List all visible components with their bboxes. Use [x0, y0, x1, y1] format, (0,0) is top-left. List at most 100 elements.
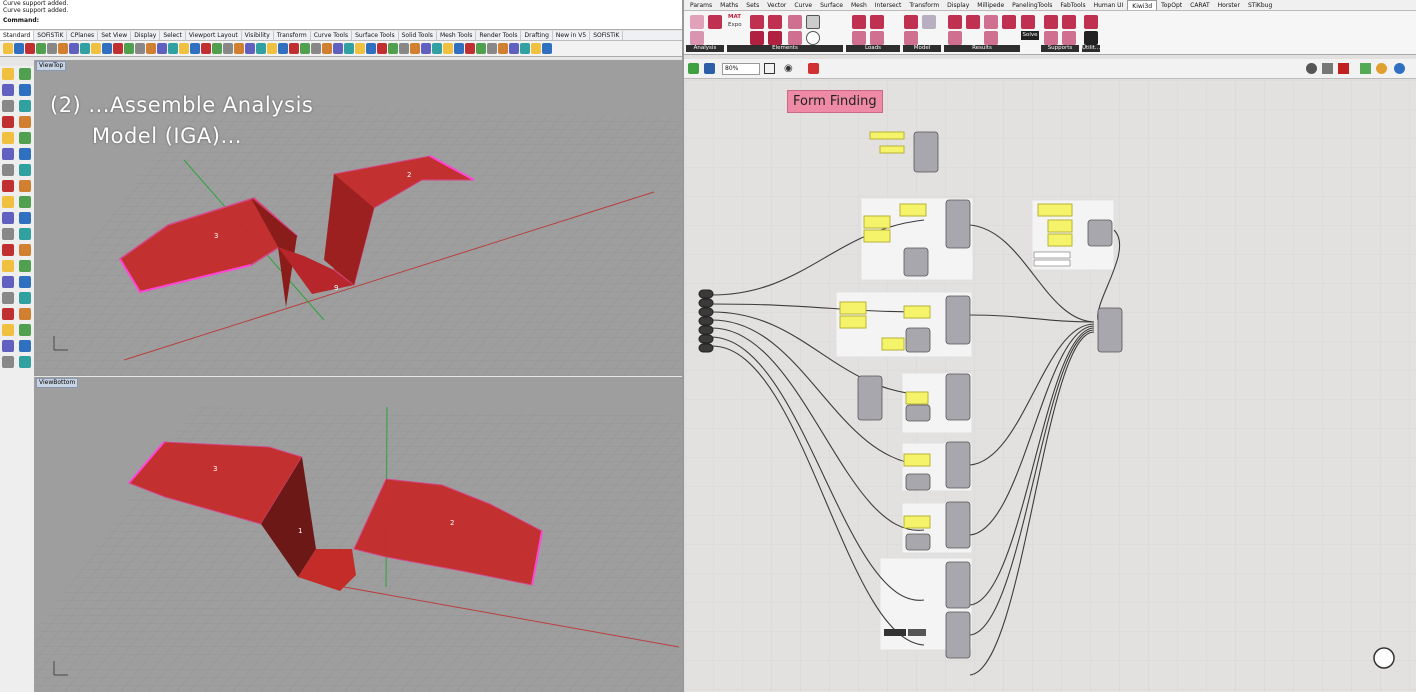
toolbar-tool-icon[interactable]: [25, 43, 35, 54]
preview-icon[interactable]: [1338, 63, 1349, 74]
side-tool-icon[interactable]: [2, 164, 14, 176]
viewport-bottom[interactable]: 3 2 1 ViewBottom: [34, 377, 682, 692]
toolbar-tool-icon[interactable]: [113, 43, 123, 54]
side-tool-icon[interactable]: [2, 276, 14, 288]
gh-tab[interactable]: Millipede: [973, 0, 1008, 10]
side-tool-icon[interactable]: [19, 228, 31, 240]
toolbar-tool-icon[interactable]: [102, 43, 112, 54]
toolbar-tool-icon[interactable]: [498, 43, 508, 54]
side-tool-icon[interactable]: [2, 100, 14, 112]
side-tool-icon[interactable]: [19, 292, 31, 304]
toolbar-tool-icon[interactable]: [278, 43, 288, 54]
toolbar-tool-icon[interactable]: [157, 43, 167, 54]
toolbar-tool-icon[interactable]: [179, 43, 189, 54]
side-tool-icon[interactable]: [19, 308, 31, 320]
solve-button[interactable]: Solve: [1021, 31, 1039, 40]
toolbar-tool-icon[interactable]: [531, 43, 541, 54]
gh-tab[interactable]: Horster: [1214, 0, 1244, 10]
preview-icon[interactable]: [1394, 63, 1405, 74]
side-tool-icon[interactable]: [2, 148, 14, 160]
open-file-icon[interactable]: [688, 63, 699, 74]
side-tool-icon[interactable]: [19, 244, 31, 256]
command-prompt[interactable]: Command:: [0, 17, 682, 24]
side-tool-icon[interactable]: [2, 356, 14, 368]
gh-tab[interactable]: TopOpt: [1157, 0, 1186, 10]
gh-tab[interactable]: STiKbug: [1244, 0, 1276, 10]
preview-icon[interactable]: [1360, 63, 1371, 74]
gh-tab[interactable]: Surface: [816, 0, 847, 10]
side-tool-icon[interactable]: [19, 276, 31, 288]
toolbar-tab[interactable]: Visibility: [242, 31, 274, 40]
toolbar-tool-icon[interactable]: [377, 43, 387, 54]
gh-tab[interactable]: FabTools: [1056, 0, 1089, 10]
side-tool-icon[interactable]: [19, 84, 31, 96]
side-tool-icon[interactable]: [19, 260, 31, 272]
side-tool-icon[interactable]: [19, 340, 31, 352]
toolbar-tool-icon[interactable]: [300, 43, 310, 54]
results-icon[interactable]: [948, 15, 962, 29]
side-tool-icon[interactable]: [2, 244, 14, 256]
toolbar-tab[interactable]: Surface Tools: [352, 31, 399, 40]
utilities-icon[interactable]: [1084, 15, 1098, 29]
gh-tab[interactable]: Kiwi3d: [1127, 0, 1158, 10]
toolbar-tool-icon[interactable]: [465, 43, 475, 54]
toolbar-tool-icon[interactable]: [454, 43, 464, 54]
side-tool-icon[interactable]: [19, 212, 31, 224]
toolbar-tool-icon[interactable]: [432, 43, 442, 54]
zoom-extents-icon[interactable]: [764, 63, 775, 74]
results-icon[interactable]: [984, 15, 998, 29]
toolbar-tool-icon[interactable]: [80, 43, 90, 54]
gh-tab[interactable]: Curve: [790, 0, 816, 10]
toolbar-tool-icon[interactable]: [366, 43, 376, 54]
supports-icon[interactable]: [1044, 31, 1058, 45]
elements-icon[interactable]: [768, 31, 782, 45]
toolbar-tab[interactable]: New in V5: [553, 31, 591, 40]
toolbar-tool-icon[interactable]: [234, 43, 244, 54]
loads-icon[interactable]: [852, 15, 866, 29]
pen-icon[interactable]: [808, 63, 819, 74]
gh-tab[interactable]: Human UI: [1090, 0, 1128, 10]
analysis-icon[interactable]: [690, 31, 704, 45]
toolbar-tool-icon[interactable]: [146, 43, 156, 54]
side-tool-icon[interactable]: [2, 68, 14, 80]
model-icon[interactable]: [922, 15, 936, 29]
gh-tab[interactable]: Vector: [763, 0, 790, 10]
utilities-icon[interactable]: [1084, 31, 1098, 45]
gh-tab[interactable]: Intersect: [871, 0, 906, 10]
toolbar-tool-icon[interactable]: [487, 43, 497, 54]
toolbar-tool-icon[interactable]: [410, 43, 420, 54]
viewport-title[interactable]: ViewBottom: [36, 378, 79, 388]
toolbar-tool-icon[interactable]: [47, 43, 57, 54]
toolbar-tool-icon[interactable]: [476, 43, 486, 54]
toolbar-tab[interactable]: CPlanes: [67, 31, 99, 40]
toolbar-tool-icon[interactable]: [322, 43, 332, 54]
supports-icon[interactable]: [1062, 31, 1076, 45]
side-tool-icon[interactable]: [19, 100, 31, 112]
side-tool-icon[interactable]: [19, 68, 31, 80]
toolbar-tab[interactable]: Set View: [98, 31, 132, 40]
toolbar-tool-icon[interactable]: [212, 43, 222, 54]
toolbar-tool-icon[interactable]: [58, 43, 68, 54]
side-tool-icon[interactable]: [2, 340, 14, 352]
toolbar-tool-icon[interactable]: [520, 43, 530, 54]
side-tool-icon[interactable]: [2, 212, 14, 224]
side-tool-icon[interactable]: [2, 308, 14, 320]
toolbar-tool-icon[interactable]: [135, 43, 145, 54]
toolbar-tab[interactable]: Mesh Tools: [437, 31, 477, 40]
toolbar-tool-icon[interactable]: [91, 43, 101, 54]
side-tool-icon[interactable]: [2, 324, 14, 336]
mat-button[interactable]: MAT: [728, 14, 744, 20]
side-tool-icon[interactable]: [19, 148, 31, 160]
side-tool-icon[interactable]: [2, 116, 14, 128]
side-tool-icon[interactable]: [19, 324, 31, 336]
toolbar-tab[interactable]: Solid Tools: [399, 31, 437, 40]
gh-tab[interactable]: Transform: [905, 0, 943, 10]
side-tool-icon[interactable]: [19, 164, 31, 176]
toolbar-tool-icon[interactable]: [344, 43, 354, 54]
toolbar-tool-icon[interactable]: [3, 43, 13, 54]
side-tool-icon[interactable]: [19, 180, 31, 192]
preview-icon[interactable]: [1306, 63, 1317, 74]
elements-icon[interactable]: [788, 31, 802, 45]
supports-icon[interactable]: [1044, 15, 1058, 29]
gh-tab[interactable]: Sets: [742, 0, 763, 10]
